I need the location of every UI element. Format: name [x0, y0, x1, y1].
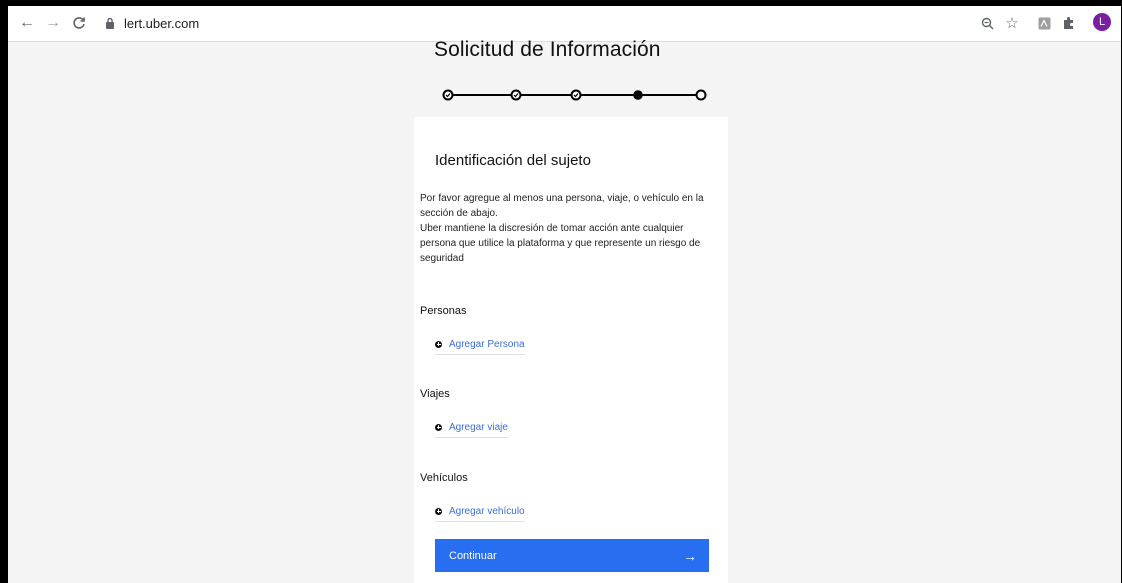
continue-button-label: Continuar — [449, 549, 497, 562]
add-vehiculo-label[interactable]: Agregar vehículo — [449, 506, 525, 517]
section-description: Por favor agregue al menos una persona, … — [420, 191, 720, 266]
add-circle-icon — [435, 340, 442, 348]
back-icon[interactable]: ← — [16, 12, 38, 34]
add-viaje-label[interactable]: Agregar viaje — [449, 422, 508, 433]
group-label-viajes: Viajes — [420, 388, 450, 400]
reload-icon[interactable] — [68, 12, 90, 34]
step-2-check-icon — [510, 89, 522, 101]
page-title: Solicitud de Información — [434, 38, 661, 61]
add-circle-icon — [435, 423, 442, 431]
section-title: Identificación del sujeto — [435, 152, 591, 169]
continue-button[interactable]: Continuar → — [435, 539, 709, 572]
puzzle-extensions-icon[interactable] — [1058, 12, 1080, 34]
zoom-icon[interactable] — [976, 12, 998, 34]
add-persona-label[interactable]: Agregar Persona — [449, 339, 525, 350]
step-1-check-icon — [442, 89, 454, 101]
arrow-right-icon: → — [683, 547, 697, 564]
step-3-check-icon — [570, 89, 582, 101]
add-circle-icon — [435, 507, 442, 515]
url-text[interactable]: lert.uber.com — [124, 16, 199, 31]
step-4-current-dot — [633, 90, 643, 100]
group-label-personas: Personas — [420, 305, 467, 317]
add-viaje-link[interactable]: Agregar viaje — [435, 419, 508, 438]
group-label-vehiculos: Vehículos — [420, 472, 468, 484]
add-persona-link[interactable]: Agregar Persona — [435, 336, 525, 355]
star-icon[interactable]: ☆ — [1001, 12, 1023, 34]
profile-avatar[interactable]: L — [1093, 13, 1111, 31]
pdf-extension-icon[interactable] — [1033, 12, 1055, 34]
browser-toolbar: ← → lert.uber.com ☆ L — [8, 6, 1121, 42]
lock-icon — [104, 16, 116, 30]
description-line-2: Uber mantiene la discresión de tomar acc… — [420, 223, 701, 264]
add-vehiculo-link[interactable]: Agregar vehículo — [435, 503, 525, 522]
step-5-empty-dot — [695, 89, 707, 101]
address-bar[interactable]: lert.uber.com — [104, 11, 199, 35]
description-line-1: Por favor agregue al menos una persona, … — [420, 193, 704, 219]
browser-window: ← → lert.uber.com ☆ L Solicitud de Infor… — [8, 6, 1121, 583]
forward-icon[interactable]: → — [42, 12, 64, 34]
progress-stepper — [442, 89, 707, 101]
